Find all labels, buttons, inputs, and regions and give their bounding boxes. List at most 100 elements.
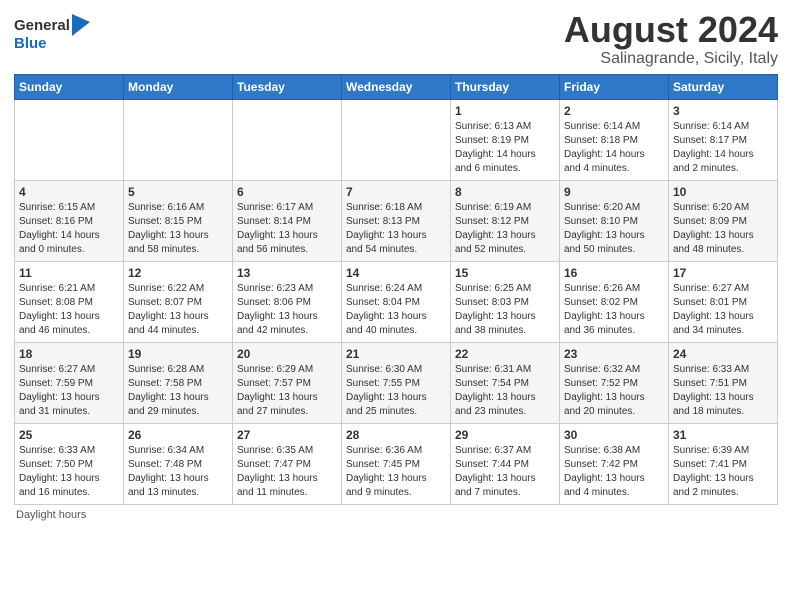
- calendar-cell: 6Sunrise: 6:17 AM Sunset: 8:14 PM Daylig…: [233, 180, 342, 261]
- calendar-body: 1 Sunrise: 6:13 AM Sunset: 8:19 PM Daylig…: [15, 99, 778, 504]
- day-number: 13: [237, 266, 337, 280]
- calendar-cell: 14 Sunrise: 6:24 AM Sunset: 8:04 PM Dayli…: [342, 261, 451, 342]
- day-info: Sunrise: 6:29 AM Sunset: 7:57 PM Dayligh…: [237, 363, 337, 419]
- day-number: 26: [128, 428, 228, 442]
- calendar-cell: 4Sunrise: 6:15 AM Sunset: 8:16 PM Daylig…: [15, 180, 124, 261]
- calendar-cell: [15, 99, 124, 180]
- day-info: Sunrise: 6:31 AM Sunset: 7:54 PM Dayligh…: [455, 363, 555, 419]
- weekday-header: Thursday: [451, 74, 560, 99]
- day-info: Sunrise: 6:21 AM Sunset: 8:08 PM Dayligh…: [19, 282, 119, 338]
- day-number: 25: [19, 428, 119, 442]
- calendar-header: SundayMondayTuesdayWednesdayThursdayFrid…: [15, 74, 778, 99]
- day-info: Sunrise: 6:23 AM Sunset: 8:06 PM Dayligh…: [237, 282, 337, 338]
- calendar-table: SundayMondayTuesdayWednesdayThursdayFrid…: [14, 74, 778, 505]
- day-info: Sunrise: 6:39 AM Sunset: 7:41 PM Dayligh…: [673, 444, 773, 500]
- day-number: 11: [19, 266, 119, 280]
- day-info: Sunrise: 6:27 AM Sunset: 8:01 PM Dayligh…: [673, 282, 773, 338]
- calendar-cell: 21 Sunrise: 6:30 AM Sunset: 7:55 PM Dayli…: [342, 342, 451, 423]
- day-number: 6: [237, 185, 337, 199]
- calendar-week-row: 25 Sunrise: 6:33 AM Sunset: 7:50 PM Dayli…: [15, 423, 778, 504]
- calendar-cell: 19 Sunrise: 6:28 AM Sunset: 7:58 PM Dayli…: [124, 342, 233, 423]
- day-number: 20: [237, 347, 337, 361]
- month-title: August 2024: [564, 10, 778, 50]
- day-info: Sunrise: 6:14 AM Sunset: 8:17 PM Dayligh…: [673, 120, 773, 176]
- day-number: 18: [19, 347, 119, 361]
- calendar-cell: 29Sunrise: 6:37 AM Sunset: 7:44 PM Dayli…: [451, 423, 560, 504]
- day-number: 8: [455, 185, 555, 199]
- day-info: Sunrise: 6:22 AM Sunset: 8:07 PM Dayligh…: [128, 282, 228, 338]
- day-number: 27: [237, 428, 337, 442]
- day-info: Sunrise: 6:38 AM Sunset: 7:42 PM Dayligh…: [564, 444, 664, 500]
- calendar-week-row: 18Sunrise: 6:27 AM Sunset: 7:59 PM Dayli…: [15, 342, 778, 423]
- day-number: 14: [346, 266, 446, 280]
- location-title: Salinagrande, Sicily, Italy: [564, 50, 778, 68]
- day-info: Sunrise: 6:36 AM Sunset: 7:45 PM Dayligh…: [346, 444, 446, 500]
- day-number: 12: [128, 266, 228, 280]
- day-info: Sunrise: 6:30 AM Sunset: 7:55 PM Dayligh…: [346, 363, 446, 419]
- weekday-header: Tuesday: [233, 74, 342, 99]
- day-info: Sunrise: 6:19 AM Sunset: 8:12 PM Dayligh…: [455, 201, 555, 257]
- day-info: Sunrise: 6:35 AM Sunset: 7:47 PM Dayligh…: [237, 444, 337, 500]
- calendar-cell: [124, 99, 233, 180]
- day-number: 21: [346, 347, 446, 361]
- calendar-cell: 18Sunrise: 6:27 AM Sunset: 7:59 PM Dayli…: [15, 342, 124, 423]
- day-info: Sunrise: 6:32 AM Sunset: 7:52 PM Dayligh…: [564, 363, 664, 419]
- calendar-cell: 13 Sunrise: 6:23 AM Sunset: 8:06 PM Dayli…: [233, 261, 342, 342]
- calendar-cell: 1 Sunrise: 6:13 AM Sunset: 8:19 PM Daylig…: [451, 99, 560, 180]
- calendar-cell: 23Sunrise: 6:32 AM Sunset: 7:52 PM Dayli…: [560, 342, 669, 423]
- day-info: Sunrise: 6:28 AM Sunset: 7:58 PM Dayligh…: [128, 363, 228, 419]
- day-number: 17: [673, 266, 773, 280]
- calendar-cell: 26 Sunrise: 6:34 AM Sunset: 7:48 PM Dayli…: [124, 423, 233, 504]
- calendar-week-row: 1 Sunrise: 6:13 AM Sunset: 8:19 PM Daylig…: [15, 99, 778, 180]
- calendar-cell: 15 Sunrise: 6:25 AM Sunset: 8:03 PM Dayli…: [451, 261, 560, 342]
- weekday-header: Sunday: [15, 74, 124, 99]
- calendar-cell: 16Sunrise: 6:26 AM Sunset: 8:02 PM Dayli…: [560, 261, 669, 342]
- calendar-cell: 22Sunrise: 6:31 AM Sunset: 7:54 PM Dayli…: [451, 342, 560, 423]
- calendar-cell: 20 Sunrise: 6:29 AM Sunset: 7:57 PM Dayli…: [233, 342, 342, 423]
- calendar-cell: 25 Sunrise: 6:33 AM Sunset: 7:50 PM Dayli…: [15, 423, 124, 504]
- title-block: August 2024 Salinagrande, Sicily, Italy: [564, 10, 778, 68]
- day-number: 15: [455, 266, 555, 280]
- day-info: Sunrise: 6:34 AM Sunset: 7:48 PM Dayligh…: [128, 444, 228, 500]
- weekday-header: Monday: [124, 74, 233, 99]
- calendar-cell: [233, 99, 342, 180]
- calendar-cell: 24 Sunrise: 6:33 AM Sunset: 7:51 PM Dayli…: [669, 342, 778, 423]
- calendar-cell: 28 Sunrise: 6:36 AM Sunset: 7:45 PM Dayli…: [342, 423, 451, 504]
- day-info: Sunrise: 6:33 AM Sunset: 7:50 PM Dayligh…: [19, 444, 119, 500]
- calendar-cell: 27 Sunrise: 6:35 AM Sunset: 7:47 PM Dayli…: [233, 423, 342, 504]
- day-info: Sunrise: 6:24 AM Sunset: 8:04 PM Dayligh…: [346, 282, 446, 338]
- calendar-cell: 9Sunrise: 6:20 AM Sunset: 8:10 PM Daylig…: [560, 180, 669, 261]
- day-info: Sunrise: 6:18 AM Sunset: 8:13 PM Dayligh…: [346, 201, 446, 257]
- page-container: General Blue August 2024 Salinagrande, S…: [0, 0, 792, 529]
- calendar-cell: 12 Sunrise: 6:22 AM Sunset: 8:07 PM Dayli…: [124, 261, 233, 342]
- day-number: 19: [128, 347, 228, 361]
- logo-blue: Blue: [14, 36, 47, 51]
- day-number: 5: [128, 185, 228, 199]
- logo-general: General: [14, 18, 70, 33]
- day-info: Sunrise: 6:13 AM Sunset: 8:19 PM Dayligh…: [455, 120, 555, 176]
- calendar-cell: 30 Sunrise: 6:38 AM Sunset: 7:42 PM Dayli…: [560, 423, 669, 504]
- day-number: 1: [455, 104, 555, 118]
- day-number: 31: [673, 428, 773, 442]
- calendar-cell: 31 Sunrise: 6:39 AM Sunset: 7:41 PM Dayli…: [669, 423, 778, 504]
- day-info: Sunrise: 6:33 AM Sunset: 7:51 PM Dayligh…: [673, 363, 773, 419]
- day-info: Sunrise: 6:14 AM Sunset: 8:18 PM Dayligh…: [564, 120, 664, 176]
- weekday-header: Friday: [560, 74, 669, 99]
- day-info: Sunrise: 6:37 AM Sunset: 7:44 PM Dayligh…: [455, 444, 555, 500]
- logo-icon: [72, 14, 90, 36]
- day-info: Sunrise: 6:25 AM Sunset: 8:03 PM Dayligh…: [455, 282, 555, 338]
- calendar-cell: 2 Sunrise: 6:14 AM Sunset: 8:18 PM Daylig…: [560, 99, 669, 180]
- header: General Blue August 2024 Salinagrande, S…: [14, 10, 778, 68]
- footer-note: Daylight hours: [14, 509, 778, 521]
- day-number: 2: [564, 104, 664, 118]
- day-info: Sunrise: 6:16 AM Sunset: 8:15 PM Dayligh…: [128, 201, 228, 257]
- calendar-cell: 17 Sunrise: 6:27 AM Sunset: 8:01 PM Dayli…: [669, 261, 778, 342]
- day-number: 28: [346, 428, 446, 442]
- calendar-cell: 7Sunrise: 6:18 AM Sunset: 8:13 PM Daylig…: [342, 180, 451, 261]
- day-number: 4: [19, 185, 119, 199]
- day-number: 24: [673, 347, 773, 361]
- day-number: 16: [564, 266, 664, 280]
- day-number: 30: [564, 428, 664, 442]
- day-number: 3: [673, 104, 773, 118]
- weekday-row: SundayMondayTuesdayWednesdayThursdayFrid…: [15, 74, 778, 99]
